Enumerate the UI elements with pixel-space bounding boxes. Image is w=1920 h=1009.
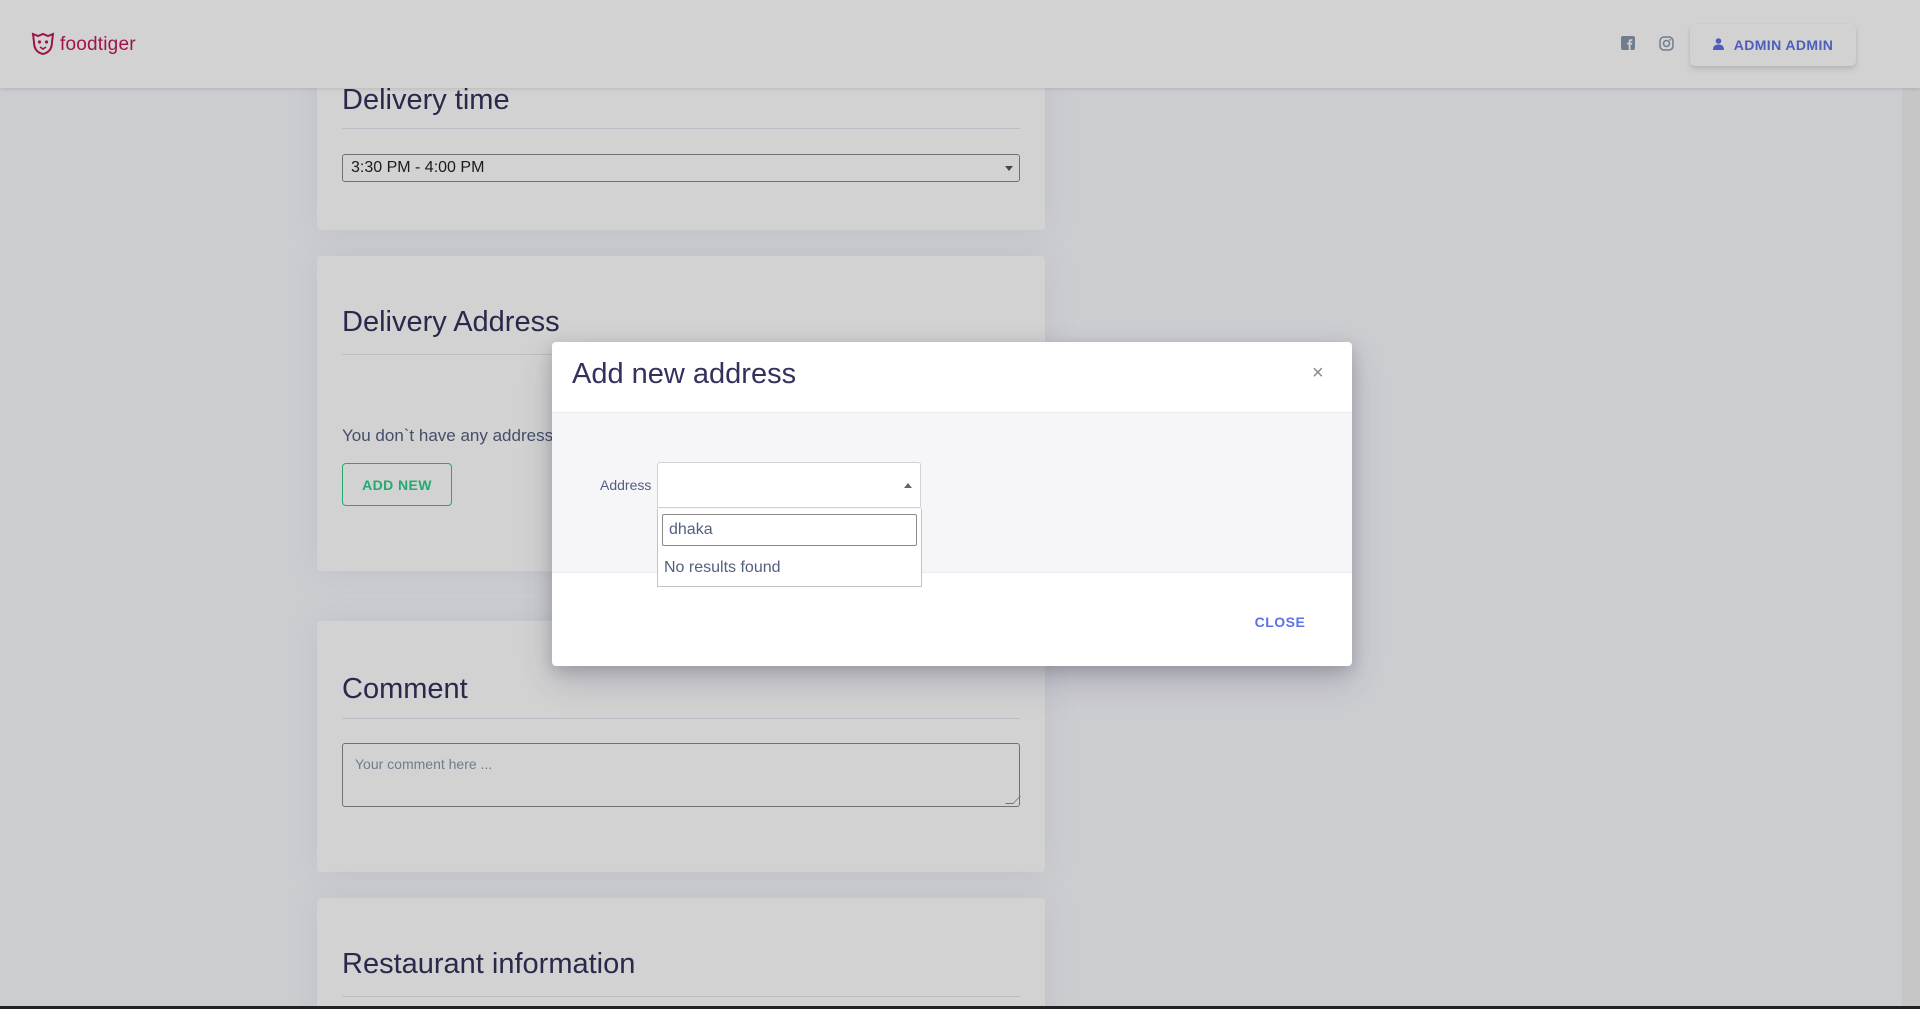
address-select[interactable]: [657, 462, 921, 508]
chevron-up-icon: [904, 483, 912, 488]
address-search-input[interactable]: [662, 514, 917, 546]
address-dropdown: No results found: [657, 509, 922, 587]
modal-header: Add new address ×: [552, 342, 1352, 413]
close-button[interactable]: CLOSE: [1242, 609, 1318, 635]
modal-title: Add new address: [572, 358, 797, 390]
close-icon[interactable]: ×: [1312, 362, 1324, 385]
no-results-message: No results found: [664, 559, 781, 576]
add-address-modal: Add new address × Address CLOSE: [552, 342, 1352, 666]
address-label: Address: [600, 477, 652, 493]
